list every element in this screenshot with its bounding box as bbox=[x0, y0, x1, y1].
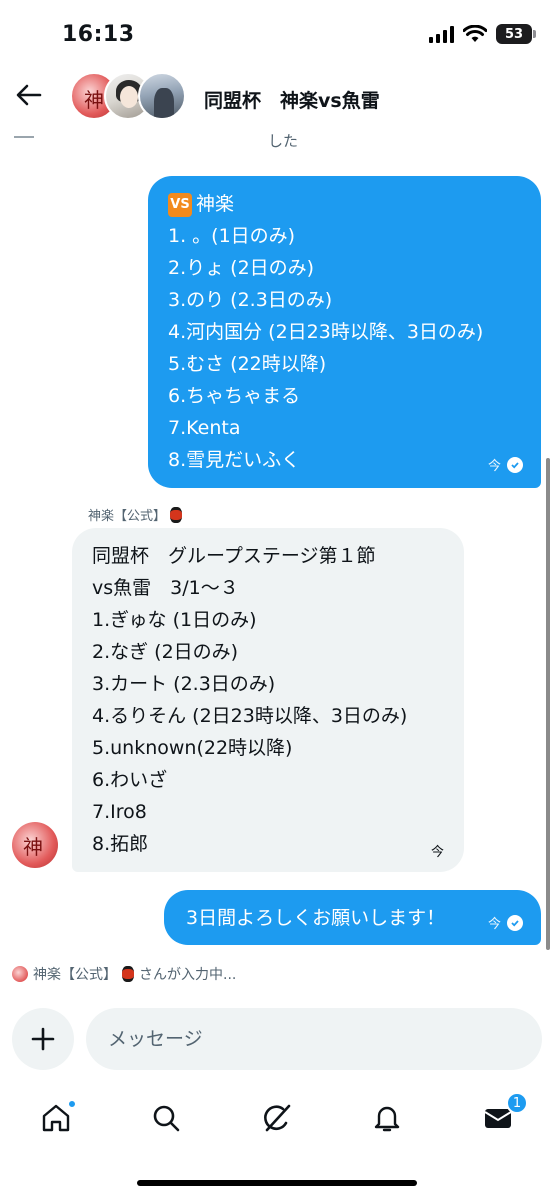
message-line: 5.unknown(22時以降) bbox=[92, 737, 293, 759]
vs-badge-icon: VS bbox=[168, 193, 192, 217]
message-line: 1. 。(1日のみ) bbox=[168, 225, 296, 247]
tab-notifications[interactable] bbox=[367, 1098, 407, 1138]
outgoing-message-bubble[interactable]: 3日間よろしくお願いします！ 今 bbox=[164, 890, 541, 945]
message-meta: 今 bbox=[488, 455, 523, 474]
tab-messages[interactable]: 1 bbox=[478, 1092, 528, 1138]
conversation-header: 神 同盟杯 神楽vs魚雷 bbox=[0, 62, 554, 132]
message-line: 7.Iro8 bbox=[92, 801, 147, 823]
home-indicator bbox=[137, 1180, 417, 1186]
message-time: 今 bbox=[430, 845, 444, 860]
message-time: 今 bbox=[487, 459, 501, 474]
status-icons: 53 bbox=[429, 24, 536, 44]
tab-search[interactable] bbox=[146, 1098, 186, 1138]
incoming-message-bubble[interactable]: 同盟杯 グループステージ第１節 vs魚雷 3/1〜３ 1.ぎゅな (1日のみ) … bbox=[72, 528, 464, 872]
message-line: 6.わいざ bbox=[92, 769, 168, 791]
status-bar: 16:13 53 bbox=[0, 0, 554, 62]
cut-off-icon bbox=[14, 128, 34, 138]
message-line: 2.りょ (2日のみ) bbox=[168, 257, 315, 279]
message-line: 6.ちゃちゃまる bbox=[168, 385, 301, 407]
message-line: VS 神楽 bbox=[168, 188, 525, 220]
search-icon bbox=[153, 1105, 180, 1132]
message-line: 7.Kenta bbox=[168, 417, 241, 439]
tab-home[interactable] bbox=[36, 1098, 76, 1138]
message-line: 同盟杯 グループステージ第１節 bbox=[92, 545, 376, 567]
bottom-tab-bar: 1 bbox=[0, 1090, 554, 1146]
battery-icon: 53 bbox=[496, 24, 536, 44]
message-meta: 今 bbox=[488, 913, 523, 932]
arrow-left-icon bbox=[16, 84, 42, 106]
outgoing-message-bubble[interactable]: VS 神楽 1. 。(1日のみ) 2.りょ (2日のみ) 3.のり (2.3日のみ… bbox=[148, 176, 541, 488]
message-input[interactable] bbox=[86, 1008, 542, 1070]
wifi-icon bbox=[463, 25, 487, 42]
message-line: 1.ぎゅな (1日のみ) bbox=[92, 609, 257, 631]
sender-name: 神楽【公式】 bbox=[88, 505, 183, 524]
message-line: 4.河内国分 (2日23時以降、3日のみ) bbox=[168, 321, 484, 343]
add-attachment-button[interactable] bbox=[12, 1008, 74, 1070]
tab-grok[interactable] bbox=[257, 1098, 297, 1138]
avatar bbox=[12, 966, 28, 982]
unread-badge: 1 bbox=[506, 1092, 528, 1114]
grok-icon bbox=[264, 1104, 291, 1132]
message-text: 3日間よろしくお願いします！ bbox=[186, 906, 446, 929]
back-button[interactable] bbox=[12, 78, 46, 112]
read-check-icon bbox=[507, 456, 523, 473]
message-line: 4.るりそん (2日23時以降、3日のみ) bbox=[92, 705, 408, 727]
message-time: 今 bbox=[487, 917, 501, 932]
cut-off-message-text: した bbox=[268, 132, 299, 150]
message-line: vs魚雷 3/1〜３ bbox=[92, 577, 239, 599]
typing-indicator: 神楽【公式】 さんが入力中... bbox=[12, 964, 236, 984]
scrollbar[interactable] bbox=[546, 458, 550, 950]
status-time: 16:13 bbox=[62, 22, 135, 47]
plus-icon bbox=[31, 1027, 55, 1051]
read-check-icon bbox=[507, 914, 523, 931]
avatar bbox=[138, 72, 186, 120]
message-line: 2.なぎ (2日のみ) bbox=[92, 641, 239, 663]
home-icon bbox=[42, 1104, 70, 1132]
cellular-signal-icon bbox=[429, 25, 454, 43]
message-line: 8.雪見だいふく bbox=[168, 449, 301, 471]
sender-avatar[interactable]: 神 bbox=[12, 822, 58, 868]
message-line: 3.のり (2.3日のみ) bbox=[168, 289, 333, 311]
lantern-icon bbox=[170, 506, 183, 523]
message-line: 5.むさ (22時以降) bbox=[168, 353, 327, 375]
message-meta: 今 bbox=[431, 841, 444, 860]
bell-icon bbox=[374, 1106, 400, 1132]
conversation-title[interactable]: 同盟杯 神楽vs魚雷 bbox=[204, 86, 380, 113]
new-content-dot bbox=[68, 1100, 76, 1108]
lantern-icon bbox=[122, 966, 134, 982]
group-avatars[interactable]: 神 bbox=[70, 72, 190, 122]
message-line: 3.カート (2.3日のみ) bbox=[92, 673, 276, 695]
message-line: 8.拓郎 bbox=[92, 833, 149, 855]
